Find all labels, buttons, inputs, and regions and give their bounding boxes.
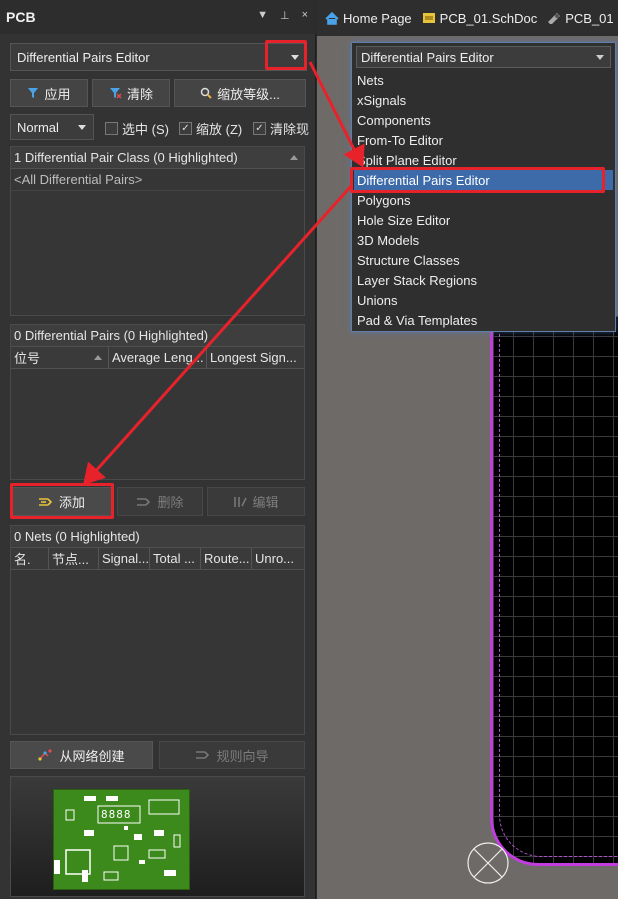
option-3d-models[interactable]: 3D Models <box>354 230 613 250</box>
nets-table-header: 名. 节点... Signal... Total ... Route... Un… <box>11 548 304 570</box>
edit-pair-icon <box>234 496 248 507</box>
clear-filter-icon <box>109 88 122 99</box>
option-nets[interactable]: Nets <box>354 70 613 90</box>
checkbox-checked-icon[interactable]: ✓ <box>179 122 192 135</box>
checkbox-unchecked-icon[interactable] <box>105 122 118 135</box>
pairs-list-header: 0 Differential Pairs (0 Highlighted) <box>11 325 304 347</box>
panel-title-controls: ▼ ⊥ × <box>257 9 308 22</box>
checkbox-checked-icon[interactable]: ✓ <box>253 122 266 135</box>
board-display-text: 8888 <box>101 808 132 821</box>
option-from-to-editor[interactable]: From-To Editor <box>354 130 613 150</box>
pcb-doc-icon <box>548 13 561 24</box>
sort-up-icon <box>94 355 102 360</box>
sort-up-icon <box>290 155 298 160</box>
nets-list-header: 0 Nets (0 Highlighted) <box>11 526 304 548</box>
column-longest-signal[interactable]: Longest Sign... <box>207 347 304 368</box>
diff-pair-class-list: 1 Differential Pair Class (0 Highlighted… <box>10 146 305 316</box>
pairs-table-header: 位号 Average Leng... Longest Sign... <box>11 347 304 369</box>
panel-title: PCB <box>6 9 36 25</box>
add-pair-icon <box>38 497 53 506</box>
rule-wizard-button[interactable]: 规则向导 <box>159 741 305 769</box>
zoom-checkbox[interactable]: ✓ 缩放 (Z) <box>179 119 242 138</box>
zoom-level-button[interactable]: 缩放等级... <box>174 79 306 107</box>
column-nodes[interactable]: 节点... <box>49 548 99 569</box>
column-name[interactable]: 名. <box>11 548 49 569</box>
option-polygons[interactable]: Polygons <box>354 190 613 210</box>
dropdown-options: Nets xSignals Components From-To Editor … <box>354 70 613 330</box>
option-components[interactable]: Components <box>354 110 613 130</box>
close-icon[interactable]: × <box>302 9 308 22</box>
option-unions[interactable]: Unions <box>354 290 613 310</box>
dropdown-current-value[interactable]: Differential Pairs Editor <box>356 46 611 68</box>
create-from-nets-icon <box>38 749 53 761</box>
nets-list: 0 Nets (0 Highlighted) 名. 节点... Signal..… <box>10 525 305 735</box>
chevron-down-icon[interactable] <box>596 55 604 60</box>
edit-pair-button[interactable]: 编辑 <box>207 487 305 516</box>
delete-pair-icon <box>137 497 151 506</box>
board-components-graphic <box>54 796 181 882</box>
column-total[interactable]: Total ... <box>150 548 201 569</box>
clear-button[interactable]: 清除 <box>92 79 170 107</box>
list-item[interactable]: <All Differential Pairs> <box>11 169 304 191</box>
option-pad-via-templates[interactable]: Pad & Via Templates <box>354 310 613 330</box>
diff-pair-list: 0 Differential Pairs (0 Highlighted) 位号 … <box>10 324 305 480</box>
pcb-panel: PCB ▼ ⊥ × Differential Pairs Editor 应用 清… <box>0 0 316 899</box>
home-icon <box>325 11 339 25</box>
mode-select[interactable]: Differential Pairs Editor <box>10 43 307 71</box>
pcb-board-thumbnail: 8888 <box>53 789 190 890</box>
chevron-down-icon[interactable] <box>291 55 299 60</box>
board-area <box>490 316 618 866</box>
magnifier-icon <box>200 87 212 99</box>
apply-button[interactable]: 应用 <box>10 79 88 107</box>
option-hole-size-editor[interactable]: Hole Size Editor <box>354 210 613 230</box>
create-from-nets-button[interactable]: 从网络创建 <box>10 741 153 769</box>
tab-pcbdoc[interactable]: PCB_01 <box>547 11 614 26</box>
delete-pair-button[interactable]: 删除 <box>117 487 203 516</box>
column-routed[interactable]: Route... <box>201 548 252 569</box>
filter-mode-select[interactable]: Normal <box>10 114 94 140</box>
board-preview[interactable]: 8888 <box>10 776 305 897</box>
tab-schdoc[interactable]: PCB_01.SchDoc <box>422 11 537 26</box>
mode-select-value: Differential Pairs Editor <box>17 49 150 65</box>
document-tab-bar: Home Page PCB_01.SchDoc PCB_01 <box>317 0 618 36</box>
add-pair-button[interactable]: 添加 <box>10 487 113 516</box>
column-signal[interactable]: Signal... <box>99 548 150 569</box>
origin-marker-icon <box>467 842 509 884</box>
option-layer-stack-regions[interactable]: Layer Stack Regions <box>354 270 613 290</box>
mode-dropdown[interactable]: Differential Pairs Editor Nets xSignals … <box>351 42 616 332</box>
column-designator[interactable]: 位号 <box>11 347 109 368</box>
rule-wizard-icon <box>196 751 210 759</box>
filter-icon <box>28 88 39 98</box>
chevron-down-icon[interactable] <box>78 125 86 130</box>
tab-home-page[interactable]: Home Page <box>325 11 412 26</box>
clear-existing-checkbox[interactable]: ✓ 清除现 <box>253 119 315 138</box>
panel-title-bar: PCB ▼ ⊥ × <box>0 0 316 34</box>
column-average-length[interactable]: Average Leng... <box>109 347 207 368</box>
column-unrouted[interactable]: Unro... <box>252 548 304 569</box>
select-checkbox[interactable]: 选中 (S) <box>105 119 169 138</box>
class-list-header[interactable]: 1 Differential Pair Class (0 Highlighted… <box>11 147 304 169</box>
pin-icon[interactable]: ⊥ <box>280 9 290 22</box>
panel-menu-icon[interactable]: ▼ <box>257 9 268 22</box>
option-differential-pairs-editor[interactable]: Differential Pairs Editor <box>354 170 613 190</box>
schematic-doc-icon <box>422 13 435 23</box>
option-split-plane-editor[interactable]: Split Plane Editor <box>354 150 613 170</box>
option-structure-classes[interactable]: Structure Classes <box>354 250 613 270</box>
option-xsignals[interactable]: xSignals <box>354 90 613 110</box>
